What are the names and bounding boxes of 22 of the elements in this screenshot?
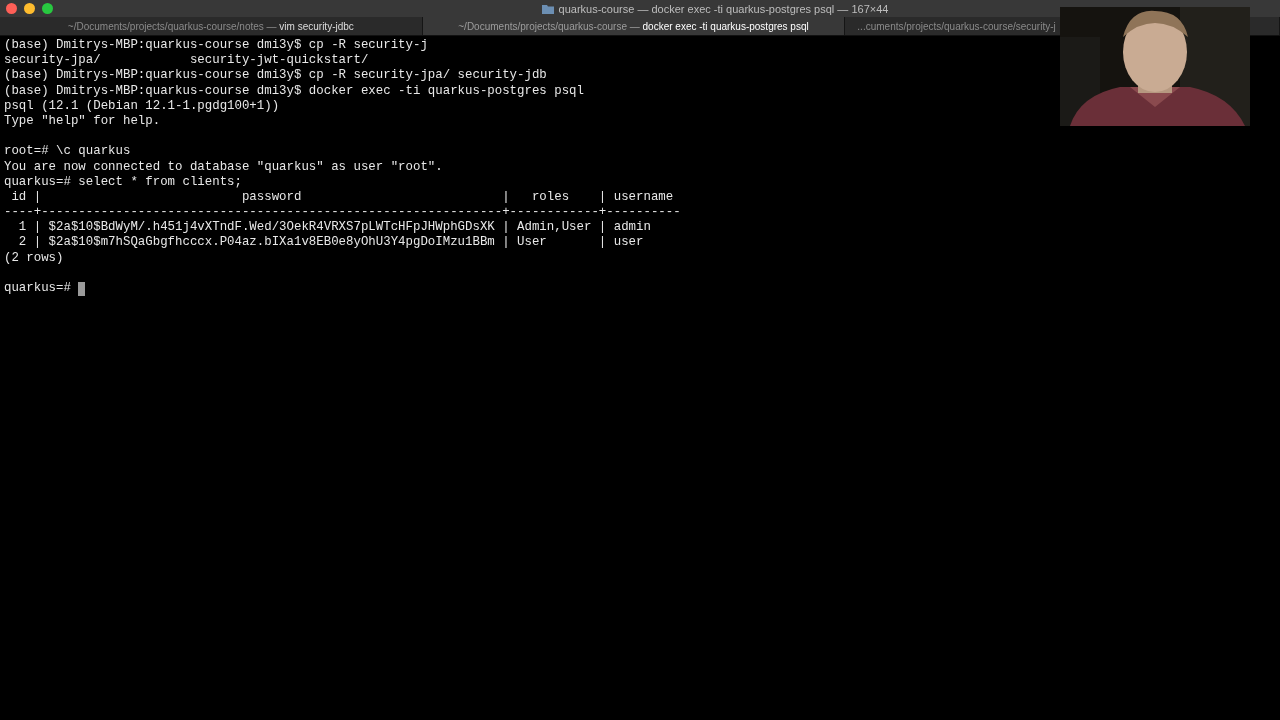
terminal-line: Type "help" for help. — [4, 113, 162, 130]
terminal-line: id | password | roles | username — [10, 189, 675, 206]
terminal-line: (base) Dmitrys-MBP:quarkus-course dmi3y$ docker exec -ti quarkus-postgres psql — [4, 83, 585, 99]
terminal-line: (2 rows) — [4, 250, 65, 266]
terminal-tab[interactable]: ~/Documents/projects/quarkus-course/notes — vim security-jdbc — [0, 17, 423, 35]
maximize-button[interactable] — [42, 3, 53, 14]
terminal-line: 1 | $2a$10$BdWyM/.h451j4vXTndF.Wed/3OekR4VRXS7pLWTcHFpJHWphGDsXK | Admin,User | admin — [17, 220, 652, 236]
minimize-button[interactable] — [24, 3, 35, 14]
terminal-line: (base) Dmitrys-MBP:quarkus-course dmi3y$ cp -R security-j — [4, 38, 429, 54]
terminal-line: root=# \c quarkus — [4, 144, 132, 160]
terminal-line: ----+--------------------------------------------------------------+------------+---------- — [4, 205, 682, 221]
terminal-line: 2 | $2a$10$m7hSQaGbgfhcccx.P04az.bIXa1v8EB0e8yOhU3Y4pgDoIMzu1BBm | User | user — [17, 235, 645, 251]
folder-icon — [541, 3, 554, 14]
terminal-line: psql (12.1 (Debian 12.1-1.pgdg100+1)) — [4, 98, 281, 114]
window-title: quarkus-course — docker exec -ti quarkus-postgres psql — 167×44 — [558, 2, 889, 15]
prompt-text: quarkus=# — [4, 281, 72, 297]
close-button[interactable] — [6, 3, 17, 14]
terminal-line: You are now connected to database "quarkus" as user "root". — [4, 159, 444, 175]
terminal-line: (base) Dmitrys-MBP:quarkus-course dmi3y$ cp -R security-jpa/ security-jdb — [4, 68, 548, 84]
terminal-tab[interactable]: ~/Documents/projects/quarkus-course — docker exec -ti quarkus-postgres psql — [422, 17, 846, 35]
terminal-line: quarkus=# select * from clients; — [4, 174, 243, 190]
terminal-line: security-jpa/ security-jwt-quickstart/ — [4, 53, 370, 69]
